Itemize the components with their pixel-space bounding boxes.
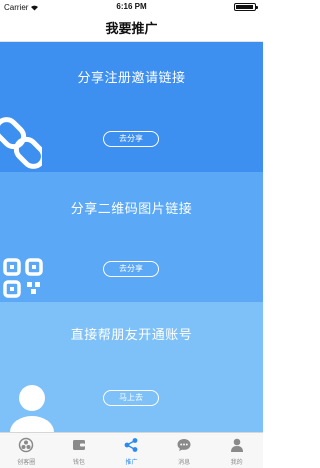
page-title: 我要推广 [105, 21, 158, 36]
person-icon [230, 438, 243, 452]
battery-icon [234, 3, 258, 11]
tab-circle[interactable]: 创客圈 [0, 433, 53, 468]
tab-mine[interactable]: 我的 [210, 433, 263, 468]
user-icon [10, 385, 54, 432]
link-icon [0, 117, 42, 169]
tab-messages[interactable]: 消息 [158, 433, 211, 468]
share-button[interactable]: 去分享 [103, 261, 159, 277]
tab-label: 消息 [178, 460, 191, 466]
open-friend-account-card[interactable]: 直接帮朋友开通账号 马上去 [0, 302, 263, 432]
share-button[interactable]: 去分享 [103, 131, 159, 147]
status-bar: Carrier 6:16 PM [0, 0, 263, 14]
status-time: 6:16 PM [116, 2, 147, 11]
share-register-link-card[interactable]: 分享注册邀请链接 去分享 [0, 42, 263, 172]
card-title: 分享二维码图片链接 [70, 201, 193, 216]
share-icon [125, 438, 138, 452]
circle-icon [19, 437, 34, 453]
card-title: 分享注册邀请链接 [77, 70, 186, 85]
card-title: 直接帮朋友开通账号 [70, 327, 193, 342]
qr-code-icon [3, 258, 43, 298]
tab-bar: 创客圈 钱包 推广 消息 我的 [0, 432, 263, 468]
navigation-bar: 我要推广 [0, 14, 263, 42]
wallet-icon [72, 440, 85, 450]
go-now-button[interactable]: 马上去 [103, 390, 159, 406]
tab-promote[interactable]: 推广 [105, 433, 158, 468]
message-icon [177, 439, 191, 451]
share-qrcode-link-card[interactable]: 分享二维码图片链接 去分享 [0, 172, 263, 302]
tab-label: 创客圈 [17, 460, 36, 466]
tab-label: 推广 [125, 460, 138, 466]
tab-label: 钱包 [72, 460, 85, 466]
tab-label: 我的 [230, 460, 243, 466]
tab-wallet[interactable]: 钱包 [53, 433, 106, 468]
